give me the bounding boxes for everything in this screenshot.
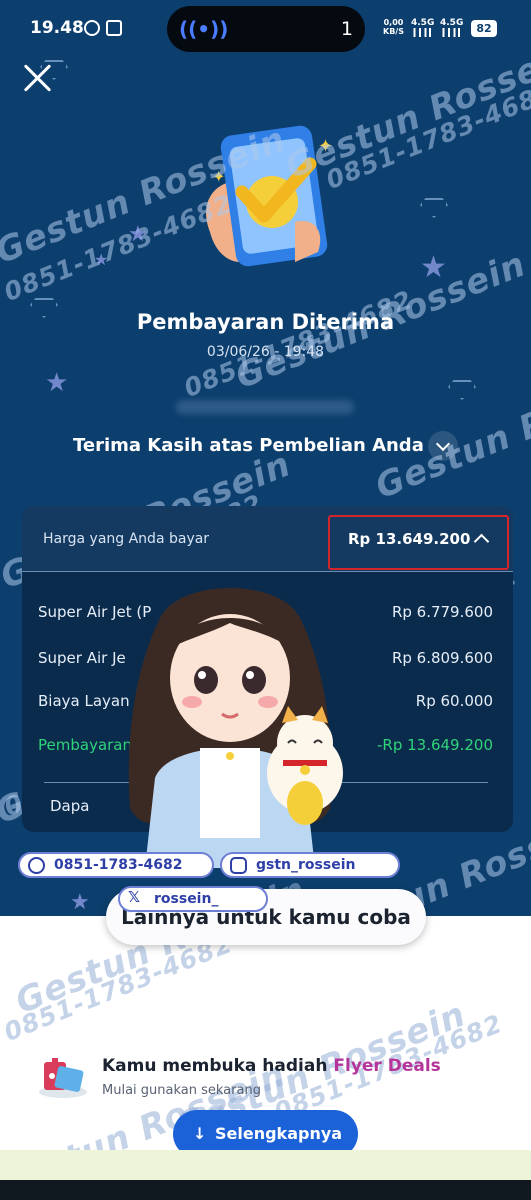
line-item-amount: -Rp 13.649.200	[376, 736, 493, 754]
line-item-amount: Rp 6.779.600	[391, 603, 493, 621]
star-decoration-icon: ★	[45, 368, 69, 398]
promo-strip	[0, 1150, 531, 1180]
dynamic-island: ((•)) 1	[167, 6, 365, 52]
net-speed: 0,00 KB/S	[383, 18, 404, 36]
page-title: Pembayaran Diterima	[136, 310, 395, 334]
line-item-label: Dapa	[50, 797, 90, 815]
chevron-down-icon[interactable]	[428, 431, 458, 461]
dynamic-island-count: 1	[340, 18, 353, 40]
whatsapp-number: 0851-1783-4682	[54, 857, 183, 873]
instagram-handle: gstn_rossein	[256, 857, 356, 873]
promo-title-accent: Flyer Deals	[333, 1056, 441, 1076]
x-tag: 𝕏 rossein_	[118, 886, 268, 912]
status-bar: 19.48 ((•)) 1 0,00 KB/S 4.5G 4.5G 82	[0, 0, 531, 58]
signal-label-2: 4.5G	[440, 18, 464, 28]
watermark-brand: Gestun Rossein	[370, 354, 531, 508]
status-time: 19.48	[30, 18, 84, 38]
line-item-amount: Rp 6.809.600	[391, 649, 493, 667]
thanks-heading[interactable]: Terima Kasih atas Pembelian Anda	[73, 435, 424, 456]
star-decoration-icon: ★	[70, 890, 90, 915]
blurred-text	[176, 400, 354, 414]
instagram-tag: gstn_rossein	[220, 852, 400, 878]
avatar-sticker	[128, 588, 343, 868]
gem-decoration-icon	[420, 198, 448, 218]
promo-title: Kamu membuka hadiah Flyer Deals	[102, 1056, 441, 1076]
tiktok-notification-icon	[106, 20, 122, 36]
gem-decoration-icon	[448, 380, 476, 400]
line-item-amount: Rp 60.000	[415, 692, 493, 710]
promo-subtitle: Mulai gunakan sekarang	[102, 1083, 261, 1098]
net-speed-value: 0,00	[383, 18, 404, 27]
whatsapp-icon	[28, 857, 45, 874]
star-decoration-icon: ★	[128, 222, 148, 247]
net-speed-unit: KB/S	[383, 27, 404, 36]
whatsapp-notification-icon	[84, 20, 100, 36]
signal-bars-2-icon	[438, 28, 460, 37]
promo-title-prefix: Kamu membuka hadiah	[102, 1056, 328, 1076]
whatsapp-tag: 0851-1783-4682	[18, 852, 214, 878]
x-handle: rossein_	[154, 891, 219, 907]
broadcast-icon: ((•))	[179, 17, 229, 41]
paid-amount: Rp 13.649.200	[348, 530, 471, 548]
instagram-icon	[230, 857, 247, 874]
paid-label: Harga yang Anda bayar	[43, 531, 210, 547]
more-button-label: Selengkapnya	[215, 1124, 343, 1143]
navigation-bar	[0, 1180, 531, 1200]
signal-bars-1-icon	[409, 28, 431, 37]
x-icon: 𝕏	[128, 888, 141, 906]
transaction-datetime: 03/06/26 - 19:48	[206, 344, 325, 360]
signal-label-1: 4.5G	[411, 18, 435, 28]
star-decoration-icon: ★	[420, 250, 447, 285]
star-decoration-icon: ★	[94, 250, 109, 269]
gift-icon	[39, 1058, 87, 1098]
battery-indicator: 82	[471, 20, 497, 37]
